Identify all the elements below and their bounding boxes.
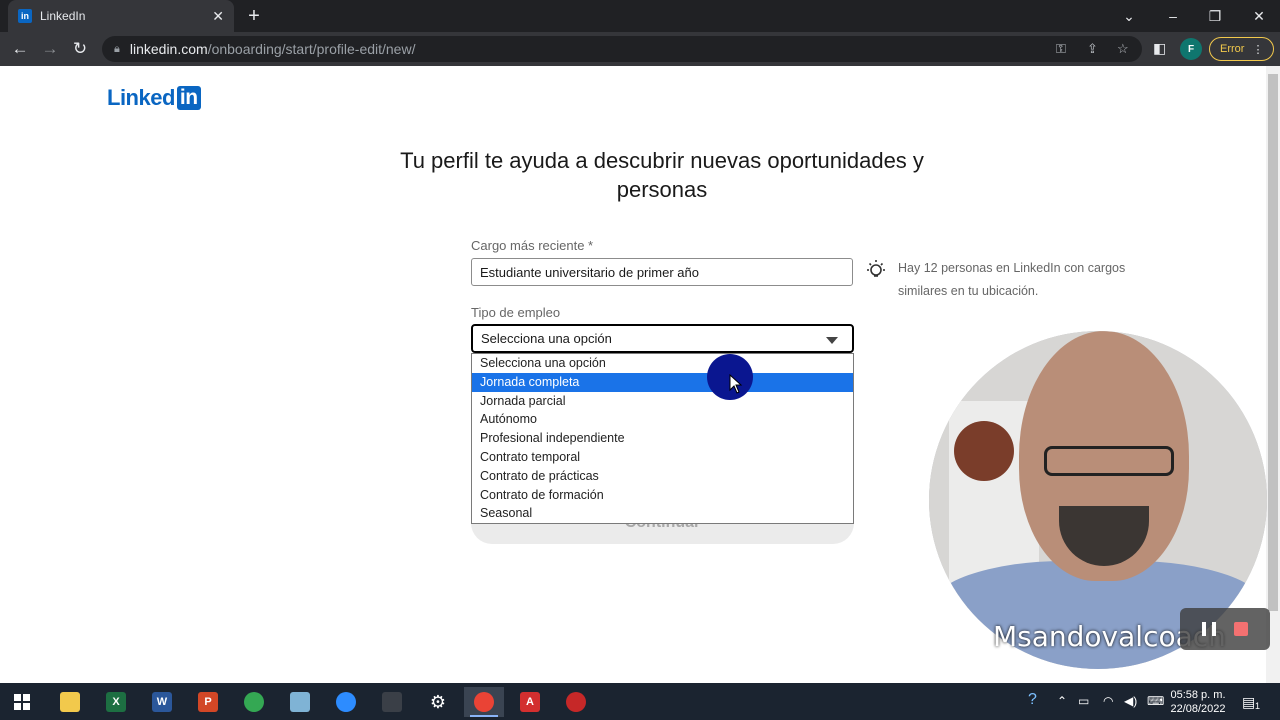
chevron-down-icon (826, 337, 838, 344)
forward-icon[interactable]: → (38, 37, 62, 61)
word-icon[interactable]: W (142, 687, 182, 717)
webcam-glasses (1044, 446, 1174, 476)
restore-button[interactable]: ❐ (1194, 0, 1236, 32)
bookmark-star-icon[interactable]: ☆ (1117, 41, 1129, 57)
option-jornada-completa[interactable]: Jornada completa (472, 372, 853, 392)
option-selecciona[interactable]: Selecciona una opción (472, 354, 853, 373)
option-profesional-independiente[interactable]: Profesional independiente (472, 429, 853, 448)
new-tab-button[interactable]: + (244, 4, 264, 28)
option-seasonal[interactable]: Seasonal (472, 504, 853, 523)
logo-in-box: in (176, 86, 201, 110)
chrome-active-icon[interactable] (464, 687, 504, 717)
notification-count: 1 (1255, 701, 1261, 711)
close-window-button[interactable]: ✕ (1238, 0, 1280, 32)
linkedin-favicon-icon: in (18, 9, 32, 23)
back-icon[interactable]: ← (8, 37, 32, 61)
cargo-label: Cargo más reciente * (471, 238, 594, 253)
clock-date: 22/08/2022 (1170, 703, 1226, 715)
taskbar-clock[interactable]: 05:58 p. m. 22/08/2022 (1168, 688, 1228, 716)
menu-dots-icon[interactable]: ⋮ (1252, 43, 1263, 56)
reload-icon[interactable]: ↻ (68, 37, 92, 61)
help-icon[interactable]: ? (1028, 691, 1037, 709)
url-path: /onboarding/start/profile-edit/new/ (207, 41, 416, 57)
clock-time: 05:58 p. m. (1170, 689, 1226, 701)
excel-icon[interactable]: X (96, 687, 136, 717)
acrobat-icon[interactable]: A (510, 687, 550, 717)
lock-icon: 🔒︎ (114, 42, 120, 55)
linkedin-logo[interactable]: Linked in (107, 85, 201, 111)
option-jornada-parcial[interactable]: Jornada parcial (472, 392, 853, 411)
url-host: linkedin.com (129, 41, 208, 57)
tipo-selected-value: Selecciona una opción (481, 331, 612, 346)
stop-icon[interactable] (1234, 622, 1248, 636)
similar-people-hint: Hay 12 personas en LinkedIn con cargos s… (898, 261, 1126, 298)
chevron-up-icon[interactable]: ⌃ (1057, 694, 1067, 708)
settings-icon[interactable]: ⚙ (418, 687, 458, 717)
wifi-icon[interactable]: ◠ (1103, 694, 1113, 708)
webcam-ball (954, 421, 1014, 481)
option-contrato-temporal[interactable]: Contrato temporal (472, 448, 853, 467)
error-label: Error (1220, 43, 1245, 55)
tipo-label: Tipo de empleo (471, 305, 561, 320)
explorer-icon[interactable] (50, 687, 90, 717)
recording-controls (1180, 608, 1270, 650)
powerpoint-icon[interactable]: P (188, 687, 228, 717)
page-title: Tu perfil te ayuda a descubrir nuevas op… (400, 148, 924, 202)
minimize-button[interactable]: – (1152, 0, 1194, 32)
error-chip[interactable]: Error ⋮ (1209, 37, 1274, 61)
browser-toolbar: ← → ↻ 🔒︎ linkedin.com/onboarding/start/p… (0, 32, 1280, 66)
battery-icon[interactable]: ▭ (1078, 694, 1089, 708)
option-contrato-formacion[interactable]: Contrato de formación (472, 486, 853, 505)
windows-start-icon[interactable] (2, 687, 42, 717)
browser-tab-bar: in LinkedIn ✕ + ⌄ – ❐ ✕ (0, 0, 1280, 32)
chrome-icon[interactable] (234, 687, 274, 717)
tab-title: LinkedIn (40, 9, 86, 23)
side-panel-icon[interactable]: ◧ (1153, 40, 1166, 57)
app-icon[interactable] (372, 687, 412, 717)
tipo-empleo-select[interactable]: Selecciona una opción (471, 324, 854, 353)
tab-linkedin[interactable]: in LinkedIn ✕ (8, 0, 234, 32)
cargo-input[interactable]: Estudiante universitario de primer año (471, 258, 853, 286)
logo-word: Linked (107, 85, 175, 110)
pause-icon[interactable] (1202, 622, 1216, 636)
close-tab-icon[interactable]: ✕ (212, 8, 224, 25)
mouse-cursor-icon (729, 374, 743, 394)
language-icon[interactable]: ⌨ (1147, 694, 1164, 708)
lightbulb-icon (867, 260, 885, 277)
option-autonomo[interactable]: Autónomo (472, 410, 853, 429)
option-contrato-practicas[interactable]: Contrato de prácticas (472, 467, 853, 486)
tipo-empleo-dropdown: Selecciona una opción Jornada completa J… (471, 353, 854, 524)
address-bar[interactable]: 🔒︎ linkedin.com/onboarding/start/profile… (102, 36, 1142, 62)
tab-search-icon[interactable]: ⌄ (1108, 0, 1150, 32)
volume-icon[interactable]: ◀) (1124, 694, 1137, 708)
profile-avatar[interactable]: F (1180, 38, 1202, 60)
notification-icon[interactable]: ▤ (1242, 694, 1255, 711)
key-icon[interactable]: ⚿ (1056, 41, 1066, 57)
scrollbar-thumb[interactable] (1268, 74, 1278, 611)
recorder-icon[interactable] (556, 687, 596, 717)
share-icon[interactable]: ⇪ (1087, 41, 1098, 57)
windows-taskbar: X W P ⚙ A ? ⌃ ▭ ◠ ◀) ⌨ ▤ 1 (0, 683, 1280, 720)
zoom-icon[interactable] (326, 687, 366, 717)
notes-icon[interactable] (280, 687, 320, 717)
